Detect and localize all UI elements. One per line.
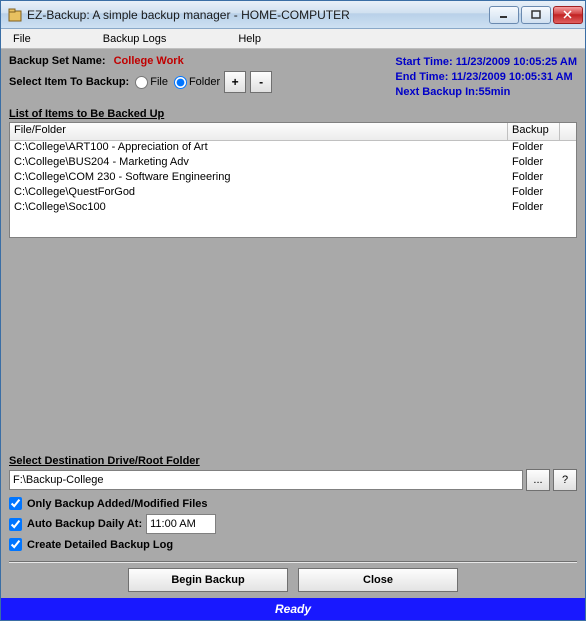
menu-backup-logs[interactable]: Backup Logs — [97, 31, 173, 47]
auto-daily-label: Auto Backup Daily At: — [27, 518, 142, 530]
table-row[interactable]: C:\College\QuestForGodFolder — [10, 186, 576, 201]
cell-type: Folder — [508, 156, 560, 171]
backup-set-name-value: College Work — [114, 55, 184, 67]
folder-radio[interactable] — [174, 76, 187, 89]
menubar: File Backup Logs Help — [1, 29, 585, 49]
auto-daily-checkbox[interactable] — [9, 518, 22, 531]
cell-type: Folder — [508, 141, 560, 156]
select-item-label: Select Item To Backup: — [9, 76, 129, 88]
destination-input[interactable] — [9, 470, 523, 490]
browse-button[interactable]: ... — [526, 469, 550, 491]
only-modified-checkbox[interactable] — [9, 497, 22, 510]
only-modified-label: Only Backup Added/Modified Files — [27, 498, 208, 510]
end-time: End Time: 11/23/2009 10:05:31 AM — [395, 70, 577, 85]
app-window: EZ-Backup: A simple backup manager - HOM… — [0, 0, 586, 621]
table-row[interactable]: C:\College\COM 230 - Software Engineerin… — [10, 171, 576, 186]
detailed-log-label: Create Detailed Backup Log — [27, 539, 173, 551]
detailed-log-checkbox[interactable] — [9, 538, 22, 551]
menu-help[interactable]: Help — [232, 31, 267, 47]
list-header: List of Items to Be Backed Up — [9, 108, 577, 120]
maximize-button[interactable] — [521, 6, 551, 24]
cell-type: Folder — [508, 186, 560, 201]
cell-path: C:\College\QuestForGod — [10, 186, 508, 201]
minimize-button[interactable] — [489, 6, 519, 24]
cell-path: C:\College\BUS204 - Marketing Adv — [10, 156, 508, 171]
window-title: EZ-Backup: A simple backup manager - HOM… — [27, 8, 489, 22]
start-time: Start Time: 11/23/2009 10:05:25 AM — [395, 55, 577, 70]
folder-radio-label: Folder — [189, 76, 220, 88]
column-file-folder[interactable]: File/Folder — [10, 123, 508, 140]
items-listview[interactable]: File/Folder Backup C:\College\ART100 - A… — [9, 122, 577, 238]
auto-daily-time-input[interactable] — [146, 514, 216, 534]
backup-set-name-label: Backup Set Name: — [9, 55, 106, 67]
status-bar: Ready — [1, 598, 585, 620]
cell-path: C:\College\ART100 - Appreciation of Art — [10, 141, 508, 156]
remove-item-button[interactable]: - — [250, 71, 272, 93]
table-row[interactable]: C:\College\Soc100Folder — [10, 201, 576, 216]
menu-file[interactable]: File — [7, 31, 37, 47]
close-button[interactable]: Close — [298, 568, 458, 592]
cell-path: C:\College\COM 230 - Software Engineerin… — [10, 171, 508, 186]
next-backup: Next Backup In:55min — [395, 85, 577, 100]
close-window-button[interactable] — [553, 6, 583, 24]
dest-header: Select Destination Drive/Root Folder — [9, 455, 577, 467]
dest-help-button[interactable]: ? — [553, 469, 577, 491]
file-radio[interactable] — [135, 76, 148, 89]
column-backup[interactable]: Backup — [508, 123, 560, 140]
table-row[interactable]: C:\College\ART100 - Appreciation of ArtF… — [10, 141, 576, 156]
divider — [9, 561, 577, 562]
status-text: Ready — [275, 602, 311, 616]
titlebar[interactable]: EZ-Backup: A simple backup manager - HOM… — [1, 1, 585, 29]
cell-type: Folder — [508, 171, 560, 186]
begin-backup-button[interactable]: Begin Backup — [128, 568, 288, 592]
file-radio-label: File — [150, 76, 168, 88]
cell-path: C:\College\Soc100 — [10, 201, 508, 216]
app-icon — [7, 7, 23, 23]
client-area: Backup Set Name: College Work Select Ite… — [1, 49, 585, 620]
cell-type: Folder — [508, 201, 560, 216]
table-row[interactable]: C:\College\BUS204 - Marketing AdvFolder — [10, 156, 576, 171]
time-info: Start Time: 11/23/2009 10:05:25 AM End T… — [395, 55, 577, 100]
column-spacer — [560, 123, 576, 140]
add-item-button[interactable]: + — [224, 71, 246, 93]
